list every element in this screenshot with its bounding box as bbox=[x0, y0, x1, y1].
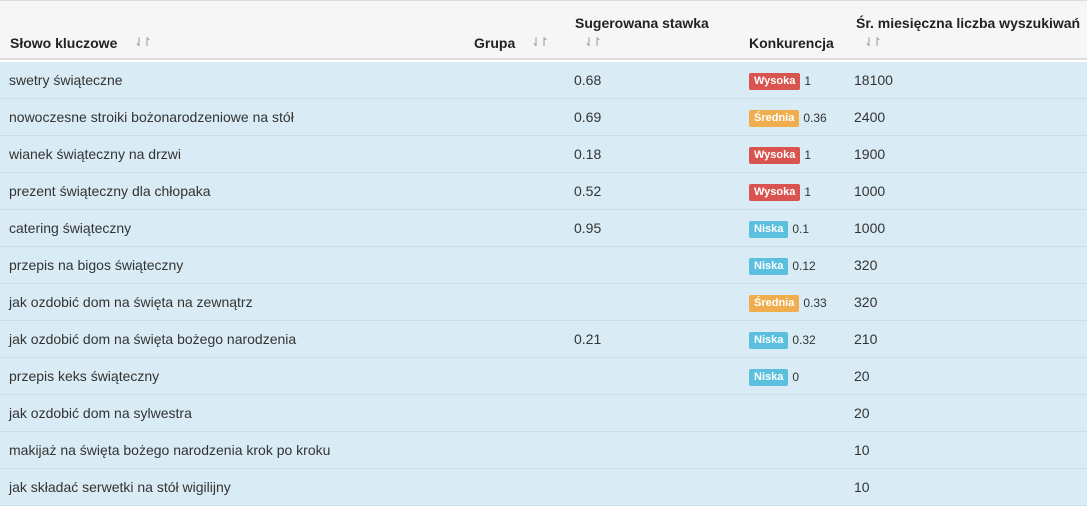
bid-cell: 0.68 bbox=[574, 72, 602, 88]
bid-cell: 0.95 bbox=[574, 220, 602, 236]
sort-bid-icon[interactable]: ⇃↾ bbox=[584, 35, 602, 49]
volume-cell: 18100 bbox=[854, 72, 893, 88]
volume-cell: 1000 bbox=[854, 220, 886, 236]
volume-cell: 10 bbox=[854, 442, 870, 458]
volume-cell: 1900 bbox=[854, 146, 886, 162]
volume-cell: 320 bbox=[854, 257, 878, 273]
sort-volume-icon[interactable]: ⇃↾ bbox=[864, 35, 882, 49]
table-row[interactable]: prezent świąteczny dla chłopaka 0.52 Wysok… bbox=[0, 173, 1087, 210]
keyword-cell: nowoczesne stroiki bożonarodzeniowe na s… bbox=[9, 109, 294, 125]
table-row[interactable]: catering świąteczny 0.95 Niska 0.1 1000 bbox=[0, 210, 1087, 247]
keyword-cell: jak składać serwetki na stół wigilijny bbox=[9, 479, 231, 495]
table-row[interactable]: przepis keks świąteczny Niska 0 20 bbox=[0, 358, 1087, 395]
competition-value: 0.36 bbox=[803, 111, 827, 126]
competition-cell: Niska 0 bbox=[749, 358, 799, 394]
table-header: Słowo kluczowe ⇃↾ Grupa ⇃↾ Sugerowana st… bbox=[0, 0, 1087, 60]
header-group[interactable]: Grupa bbox=[474, 35, 515, 51]
competition-badge: Niska bbox=[749, 331, 789, 349]
competition-value: 0.32 bbox=[792, 333, 816, 348]
keyword-cell: wianek świąteczny na drzwi bbox=[9, 146, 181, 162]
competition-cell: Wysoka 1 bbox=[749, 173, 811, 209]
table-body: swetry świąteczne 0.68 Wysoka 1 18100 nowocze… bbox=[0, 62, 1087, 506]
competition-value: 0.1 bbox=[792, 222, 810, 237]
competition-cell: Wysoka 1 bbox=[749, 136, 811, 172]
volume-cell: 320 bbox=[854, 294, 878, 310]
volume-cell: 2400 bbox=[854, 109, 886, 125]
volume-cell: 10 bbox=[854, 479, 870, 495]
header-keyword[interactable]: Słowo kluczowe bbox=[10, 35, 117, 51]
table-row[interactable]: jak ozdobić dom na święta na zewnątrz Śre… bbox=[0, 284, 1087, 321]
keyword-cell: przepis na bigos świąteczny bbox=[9, 257, 184, 273]
competition-badge: Wysoka bbox=[749, 183, 801, 201]
sort-group-icon[interactable]: ⇃↾ bbox=[531, 35, 549, 49]
bid-cell: 0.21 bbox=[574, 331, 602, 347]
header-bid[interactable]: Sugerowana stawka bbox=[575, 15, 709, 31]
volume-cell: 1000 bbox=[854, 183, 886, 199]
competition-cell: Wysoka 1 bbox=[749, 62, 811, 98]
competition-cell: Niska 0.1 bbox=[749, 210, 809, 246]
keyword-cell: catering świąteczny bbox=[9, 220, 132, 236]
competition-badge: Średnia bbox=[749, 294, 800, 312]
competition-value: 1 bbox=[804, 185, 812, 200]
keyword-cell: makijaż na święta bożego narodzenia krok… bbox=[9, 442, 331, 458]
keyword-cell: jak ozdobić dom na święta na zewnątrz bbox=[9, 294, 253, 310]
competition-value: 1 bbox=[804, 74, 812, 89]
volume-cell: 210 bbox=[854, 331, 878, 347]
bid-cell: 0.69 bbox=[574, 109, 602, 125]
competition-value: 0.33 bbox=[803, 296, 827, 311]
competition-value: 1 bbox=[804, 148, 812, 163]
keyword-table: Słowo kluczowe ⇃↾ Grupa ⇃↾ Sugerowana st… bbox=[0, 0, 1087, 512]
volume-cell: 20 bbox=[854, 405, 870, 421]
keyword-cell: jak ozdobić dom na święta bożego narodze… bbox=[9, 331, 297, 347]
table-row[interactable]: jak składać serwetki na stół wigilijny 10 bbox=[0, 469, 1087, 506]
competition-badge: Niska bbox=[749, 220, 789, 238]
competition-cell: Niska 0.32 bbox=[749, 321, 816, 357]
competition-cell: Średnia 0.33 bbox=[749, 284, 827, 320]
competition-cell: Średnia 0.36 bbox=[749, 99, 827, 135]
keyword-cell: prezent świąteczny dla chłopaka bbox=[9, 183, 211, 199]
keyword-cell: jak ozdobić dom na sylwestra bbox=[9, 405, 192, 421]
header-competition[interactable]: Konkurencja bbox=[749, 35, 834, 51]
competition-value: 0.12 bbox=[792, 259, 816, 274]
competition-badge: Wysoka bbox=[749, 72, 801, 90]
table-row[interactable]: makijaż na święta bożego narodzenia krok… bbox=[0, 432, 1087, 469]
table-row[interactable]: swetry świąteczne 0.68 Wysoka 1 18100 bbox=[0, 62, 1087, 99]
table-row[interactable]: przepis na bigos świąteczny Niska 0.12 320 bbox=[0, 247, 1087, 284]
sort-keyword-icon[interactable]: ⇃↾ bbox=[134, 35, 152, 49]
table-row[interactable]: jak ozdobić dom na sylwestra 20 bbox=[0, 395, 1087, 432]
bid-cell: 0.52 bbox=[574, 183, 602, 199]
keyword-cell: przepis keks świąteczny bbox=[9, 368, 160, 384]
competition-value: 0 bbox=[792, 370, 800, 385]
volume-cell: 20 bbox=[854, 368, 870, 384]
competition-badge: Wysoka bbox=[749, 146, 801, 164]
header-volume[interactable]: Śr. miesięczna liczba wyszukiwań bbox=[856, 15, 1080, 31]
table-row[interactable]: wianek świąteczny na drzwi 0.18 Wysoka 1 190… bbox=[0, 136, 1087, 173]
competition-badge: Niska bbox=[749, 257, 789, 275]
competition-badge: Niska bbox=[749, 368, 789, 386]
table-row[interactable]: nowoczesne stroiki bożonarodzeniowe na s… bbox=[0, 99, 1087, 136]
competition-cell: Niska 0.12 bbox=[749, 247, 816, 283]
bid-cell: 0.18 bbox=[574, 146, 602, 162]
keyword-cell: swetry świąteczne bbox=[9, 72, 123, 88]
table-row[interactable]: jak ozdobić dom na święta bożego narodze… bbox=[0, 321, 1087, 358]
competition-badge: Średnia bbox=[749, 109, 800, 127]
